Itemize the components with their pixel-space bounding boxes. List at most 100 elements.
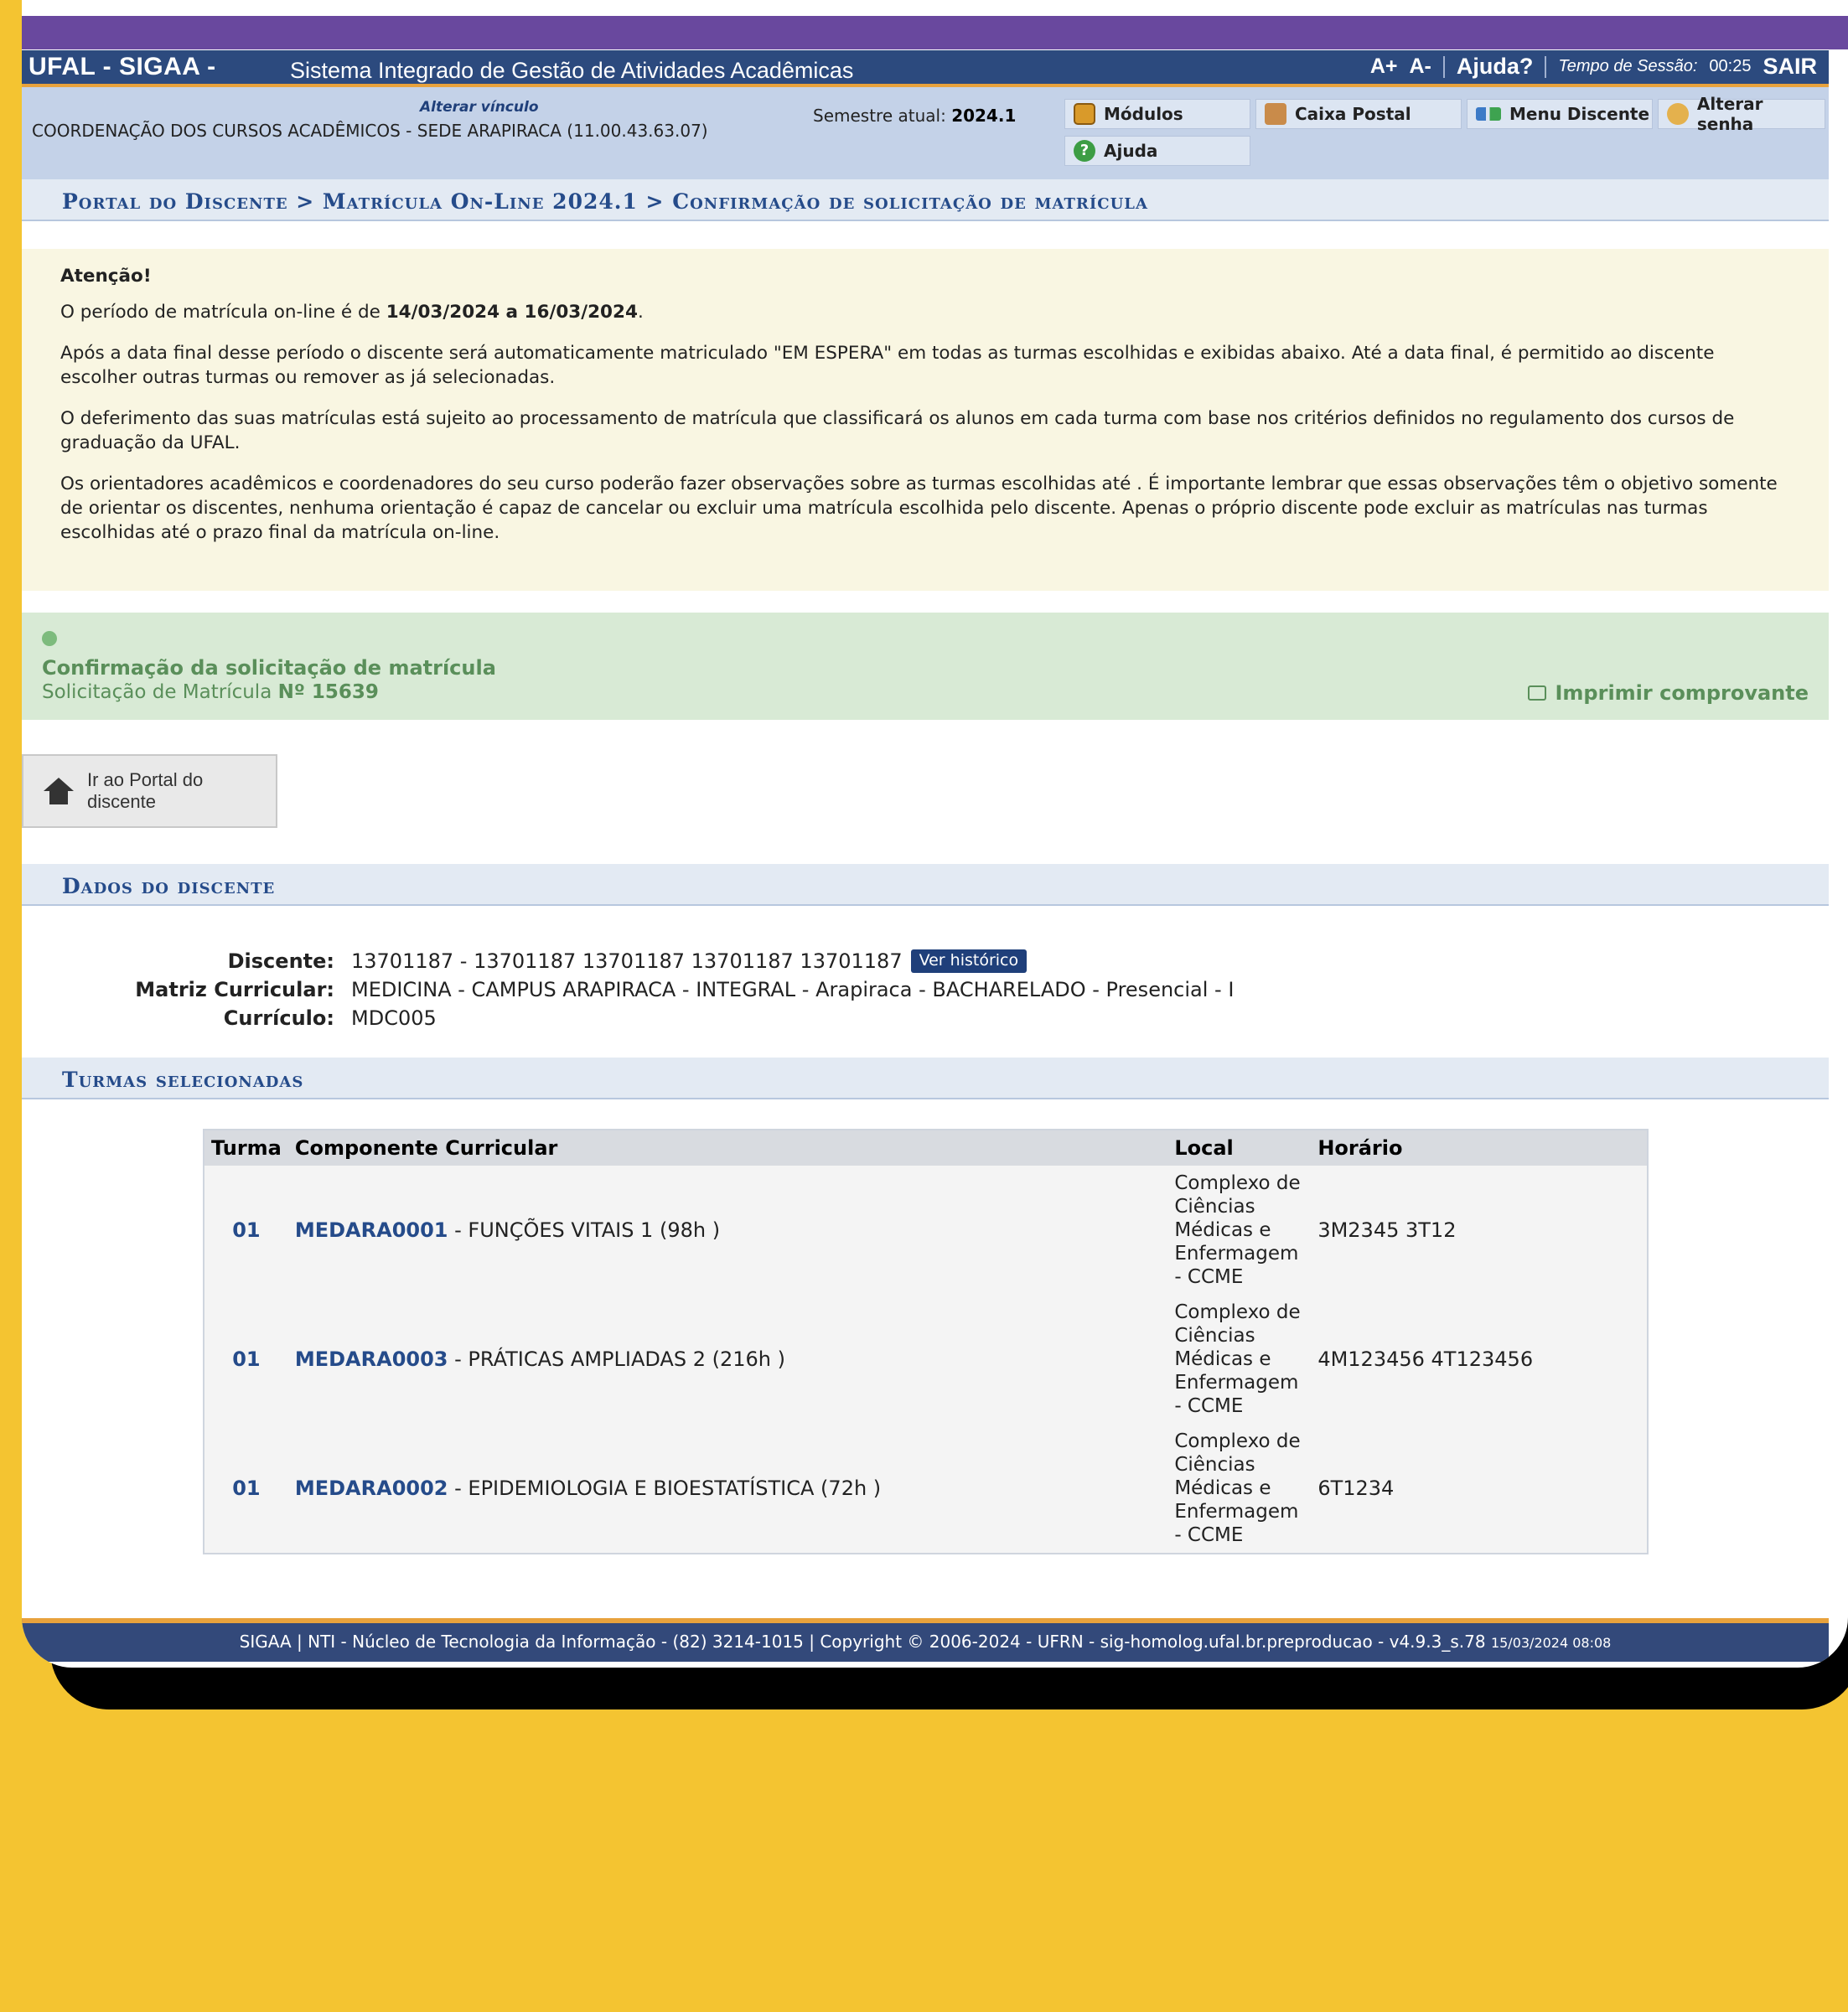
logout-button[interactable]: SAIR <box>1763 54 1817 80</box>
divider <box>1545 55 1547 78</box>
help-icon: ? <box>1074 140 1095 162</box>
request-number: Solicitação de Matrícula Nº 15639 <box>42 681 379 703</box>
font-increase-button[interactable]: A+ <box>1370 54 1398 79</box>
student-menu-button[interactable]: Menu Discente <box>1467 99 1653 129</box>
go-to-portal-button[interactable]: Ir ao Portal do discente <box>22 754 277 828</box>
course-code-link[interactable]: MEDARA0002 <box>295 1477 448 1500</box>
class-schedule: 6T1234 <box>1317 1477 1395 1500</box>
modules-button[interactable]: Módulos <box>1064 99 1250 129</box>
class-location: Complexo de Ciências Médicas e Enfermage… <box>1174 1430 1301 1546</box>
font-decrease-button[interactable]: A- <box>1409 54 1431 79</box>
course-component: MEDARA0002 - EPIDEMIOLOGIA E BIOESTATÍST… <box>288 1424 1167 1554</box>
unit-name: COORDENAÇÃO DOS CURSOS ACADÊMICOS - SEDE… <box>32 121 708 141</box>
package-icon <box>1074 103 1095 125</box>
class-schedule: 3M2345 3T12 <box>1317 1218 1457 1242</box>
help-link[interactable]: Ajuda? <box>1457 54 1534 80</box>
curriculum-matrix-row: Matriz Curricular: MEDICINA - CAMPUS ARA… <box>22 978 1234 1001</box>
column-header: Turma <box>204 1130 288 1166</box>
title-bar: UFAL - SIGAA - Sistema Integrado de Gest… <box>22 50 1829 87</box>
selected-classes-table: Turma Componente Curricular Local Horári… <box>203 1129 1649 1554</box>
course-name: - FUNÇÕES VITAIS 1 (98h ) <box>448 1218 721 1242</box>
divider <box>1442 55 1445 78</box>
top-accent-bar <box>22 16 1848 49</box>
change-link-link[interactable]: Alterar vínculo <box>420 99 539 116</box>
course-code-link[interactable]: MEDARA0001 <box>295 1218 448 1242</box>
student-data-header: Dados do discente <box>22 864 1829 906</box>
print-receipt-link[interactable]: Imprimir comprovante <box>1528 681 1809 705</box>
notice-paragraph: O deferimento das suas matrículas está s… <box>60 408 1735 453</box>
selected-classes-title: Turmas selecionadas <box>62 1068 304 1092</box>
class-schedule: 4M123456 4T123456 <box>1317 1347 1534 1371</box>
mailbox-label: Caixa Postal <box>1295 104 1411 124</box>
student-data-title: Dados do discente <box>62 874 276 898</box>
course-code-link[interactable]: MEDARA0003 <box>295 1347 448 1371</box>
portal-label: Ir ao Portal do discente <box>87 769 204 812</box>
top-controls: A+ A- Ajuda? Tempo de Sessão: 00:25 SAIR <box>1370 54 1817 80</box>
course-component: MEDARA0003 - PRÁTICAS AMPLIADAS 2 (216h … <box>288 1295 1167 1424</box>
session-time: 00:25 <box>1709 57 1752 75</box>
current-semester: Semestre atual: 2024.1 <box>813 106 1016 126</box>
course-name: - PRÁTICAS AMPLIADAS 2 (216h ) <box>448 1347 785 1371</box>
table-row: 01 MEDARA0002 - EPIDEMIOLOGIA E BIOESTAT… <box>204 1424 1648 1554</box>
table-row: 01 MEDARA0001 - FUNÇÕES VITAIS 1 (98h ) … <box>204 1166 1648 1295</box>
attention-notice: Atenção! O período de matrícula on-line … <box>22 249 1829 591</box>
user-key-icon <box>1667 103 1689 125</box>
period-value: 14/03/2024 a 16/03/2024 <box>386 302 638 323</box>
matrix-value: MEDICINA - CAMPUS ARAPIRACA - INTEGRAL -… <box>351 978 1235 1001</box>
column-header: Local <box>1167 1130 1312 1166</box>
browser-window: UFAL - SIGAA - Sistema Integrado de Gest… <box>22 0 1848 1668</box>
breadcrumb-text: Portal do Discente > Matrícula On-Line 2… <box>62 189 1148 214</box>
system-name: Sistema Integrado de Gestão de Atividade… <box>290 58 854 83</box>
curriculum-row: Currículo: MDC005 <box>22 1006 437 1030</box>
info-bar: Alterar vínculo COORDENAÇÃO DOS CURSOS A… <box>22 87 1829 179</box>
semester-value: 2024.1 <box>951 106 1017 126</box>
request-label: Solicitação de Matrícula <box>42 681 278 703</box>
student-menu-label: Menu Discente <box>1509 104 1650 124</box>
student-row: Discente: 13701187 - 13701187 13701187 1… <box>22 949 1028 973</box>
brand-title: UFAL - SIGAA - <box>28 53 216 80</box>
success-title: Confirmação da solicitação de matrícula <box>42 656 496 680</box>
curriculum-value: MDC005 <box>351 1006 437 1030</box>
footer: SIGAA | NTI - Núcleo de Tecnologia da In… <box>22 1618 1829 1662</box>
breadcrumb: Portal do Discente > Matrícula On-Line 2… <box>22 179 1829 221</box>
change-password-label: Alterar senha <box>1696 94 1763 134</box>
change-password-button[interactable]: Alterar senha <box>1658 94 1825 134</box>
period-prefix: O período de matrícula on-line é de <box>60 302 386 323</box>
period-suffix: . <box>637 302 644 323</box>
modules-label: Módulos <box>1104 104 1183 124</box>
table-row: 01 MEDARA0003 - PRÁTICAS AMPLIADAS 2 (21… <box>204 1295 1648 1424</box>
class-number: 01 <box>232 1477 261 1500</box>
matrix-label: Matriz Curricular: <box>135 978 334 1001</box>
class-location: Complexo de Ciências Médicas e Enfermage… <box>1174 1172 1301 1288</box>
class-location: Complexo de Ciências Médicas e Enfermage… <box>1174 1301 1301 1417</box>
course-component: MEDARA0001 - FUNÇÕES VITAIS 1 (98h ) <box>288 1166 1167 1295</box>
notice-paragraph: Após a data final desse período o discen… <box>60 343 1715 388</box>
notice-paragraph: Os orientadores acadêmicos e coordenador… <box>60 473 1778 543</box>
help-label: Ajuda <box>1104 141 1158 161</box>
print-label: Imprimir comprovante <box>1555 681 1809 705</box>
student-label: Discente: <box>227 949 334 973</box>
view-history-button[interactable]: Ver histórico <box>910 949 1028 973</box>
table-header-row: Turma Componente Curricular Local Horári… <box>204 1130 1648 1166</box>
column-header: Componente Curricular <box>287 1130 1168 1166</box>
printer-icon <box>1528 685 1547 701</box>
student-value: 13701187 - 13701187 13701187 13701187 13… <box>351 949 903 973</box>
footer-text: SIGAA | NTI - Núcleo de Tecnologia da In… <box>239 1632 1486 1652</box>
mailbox-icon <box>1265 103 1286 125</box>
session-label: Tempo de Sessão: <box>1558 57 1698 75</box>
class-number: 01 <box>232 1218 261 1242</box>
notice-heading: Atenção! <box>60 266 152 287</box>
semester-label: Semestre atual: <box>813 106 946 126</box>
help-button[interactable]: ? Ajuda <box>1064 136 1250 166</box>
notice-period: O período de matrícula on-line é de 14/0… <box>60 300 1787 324</box>
home-icon <box>44 778 74 804</box>
request-value: Nº 15639 <box>277 681 379 703</box>
course-name: - EPIDEMIOLOGIA E BIOESTATÍSTICA (72h ) <box>448 1477 882 1500</box>
footer-timestamp: 15/03/2024 08:08 <box>1490 1635 1612 1651</box>
menu-tree-icon <box>1476 107 1501 121</box>
check-icon <box>42 631 57 646</box>
mailbox-button[interactable]: Caixa Postal <box>1255 99 1462 129</box>
column-header: Horário <box>1311 1130 1648 1166</box>
class-number: 01 <box>232 1347 261 1371</box>
success-message: Confirmação da solicitação de matrícula … <box>22 613 1829 720</box>
